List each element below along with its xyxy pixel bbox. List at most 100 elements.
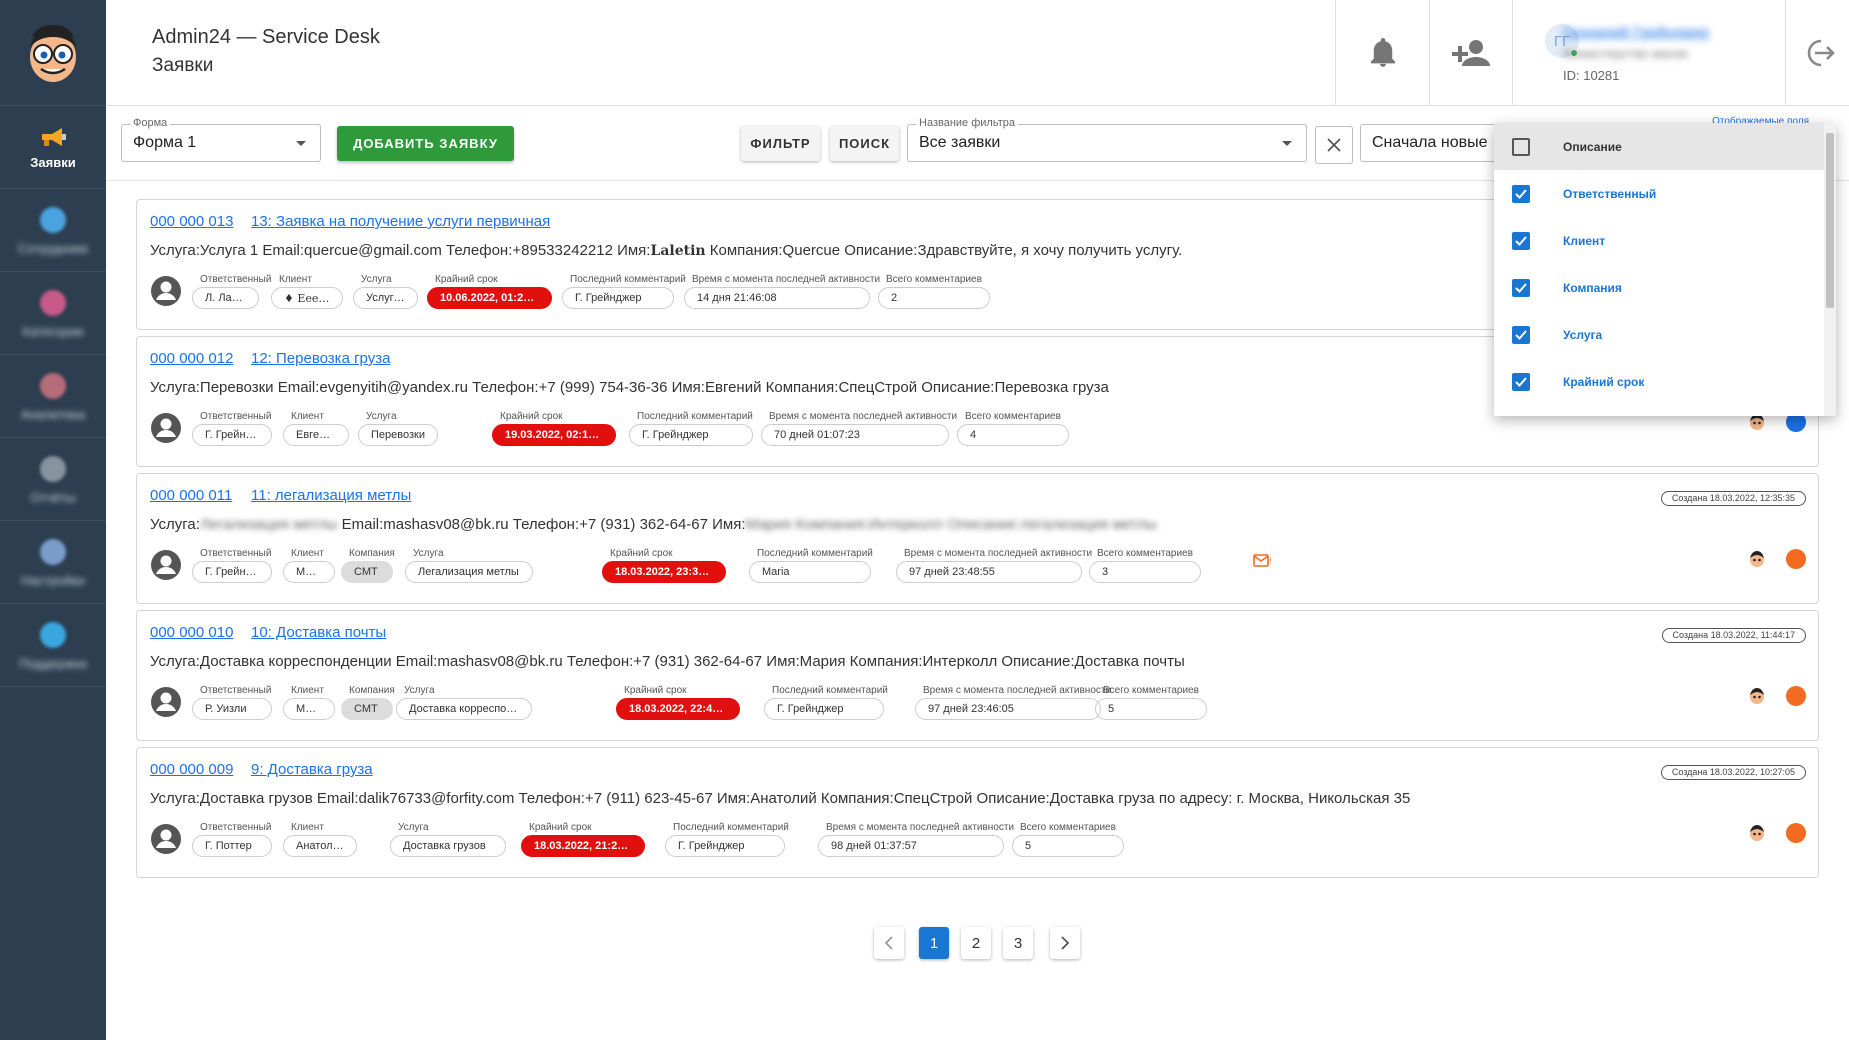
deadline-chip[interactable]: Крайний срок 18.03.2022, 22:44:17: [616, 685, 740, 720]
service-chip[interactable]: Услуга Перевозки: [358, 411, 438, 446]
responsible-chip[interactable]: Ответственный Г. Грейнджер: [192, 411, 272, 446]
add-user-button[interactable]: [1429, 0, 1512, 105]
page-button-2[interactable]: 2: [961, 927, 991, 959]
deadline-chip[interactable]: Крайний срок 19.03.2022, 02:17:03: [492, 411, 616, 446]
checkbox-checked-icon[interactable]: [1512, 372, 1530, 391]
last-comment-chip[interactable]: Последний комментарий Г. Грейнджер: [562, 274, 686, 309]
chip-label: Последний комментарий: [772, 685, 888, 696]
last-comment-chip[interactable]: Последний комментарий Г. Грейнджер: [629, 411, 753, 446]
deadline-chip[interactable]: Крайний срок 10.06.2022, 01:28:00: [427, 274, 552, 309]
checkbox-checked-icon[interactable]: [1512, 184, 1530, 203]
last-comment-chip[interactable]: Последний комментарий Г. Грейнджер: [764, 685, 888, 720]
responsible-chip[interactable]: Ответственный Л. Лавгуд: [192, 274, 271, 309]
ticket-number[interactable]: 000 000 013: [150, 213, 233, 230]
deadline-chip[interactable]: Крайний срок 18.03.2022, 23:35:35: [602, 548, 726, 583]
service-chip[interactable]: Услуга Услуга 1: [353, 274, 418, 309]
sidebar-item-reports[interactable]: Отчёты: [0, 438, 106, 521]
page-button-3[interactable]: 3: [1003, 927, 1033, 959]
sidebar-item-analytics[interactable]: Аналитика: [0, 355, 106, 438]
company-chip[interactable]: Компания СМТ: [341, 548, 395, 583]
chip-label: Клиент: [291, 685, 324, 696]
logout-button[interactable]: [1785, 0, 1849, 105]
ticket-number[interactable]: 000 000 011: [150, 487, 232, 504]
service-chip[interactable]: Услуга Легализация метлы: [405, 548, 533, 583]
filter-name-select[interactable]: Название фильтра Все заявки: [907, 117, 1307, 162]
activity-chip[interactable]: Время с момента последней активности 97 д…: [896, 548, 1092, 583]
next-page-button[interactable]: [1050, 927, 1080, 959]
user-profile[interactable]: ГГ Геннадий Грейнджер Министерство магии…: [1512, 0, 1785, 105]
client-chip[interactable]: Клиент ♦ Eeegen: [271, 274, 343, 309]
sidebar: Заявки Сотрудники Категории Аналитика От…: [0, 0, 106, 1040]
scrollbar-thumb[interactable]: [1826, 133, 1834, 308]
chip-value: Maria: [749, 561, 871, 583]
responsible-chip[interactable]: Ответственный Г. Грейнджер: [192, 548, 272, 583]
sidebar-item-employees[interactable]: Сотрудники: [0, 189, 106, 272]
activity-chip[interactable]: Время с момента последней активности 14 д…: [684, 274, 880, 309]
client-chip[interactable]: Клиент Maria: [283, 548, 335, 583]
comments-chip[interactable]: Всего комментариев 4: [957, 411, 1069, 446]
dropdown-scrollbar[interactable]: [1824, 123, 1836, 416]
prev-page-button[interactable]: [874, 927, 904, 959]
user-name[interactable]: Геннадий Грейнджер: [1563, 24, 1709, 41]
service-chip[interactable]: Услуга Доставка грузов: [390, 822, 506, 857]
sidebar-item-requests[interactable]: Заявки: [0, 106, 106, 189]
ticket-title[interactable]: 11: легализация метлы: [251, 487, 411, 504]
column-option-responsible[interactable]: Ответственный: [1494, 170, 1824, 217]
client-chip[interactable]: Клиент Maria: [283, 685, 335, 720]
chip-value: 10.06.2022, 01:28:00: [427, 287, 552, 309]
checkbox-checked-icon[interactable]: [1512, 278, 1530, 297]
column-option-company[interactable]: Компания: [1494, 264, 1824, 311]
comments-chip[interactable]: Всего комментариев 3: [1089, 548, 1201, 583]
sidebar-item-categories[interactable]: Категории: [0, 272, 106, 355]
filter-button[interactable]: ФИЛЬТР: [741, 126, 820, 161]
ticket-number[interactable]: 000 000 009: [150, 761, 233, 778]
chip-label: Крайний срок: [610, 548, 673, 559]
comments-chip[interactable]: Всего комментариев 5: [1095, 685, 1207, 720]
checkbox-unchecked-icon[interactable]: [1512, 137, 1530, 156]
last-comment-chip[interactable]: Последний комментарий Maria: [749, 548, 873, 583]
notifications-button[interactable]: [1335, 0, 1429, 105]
chip-label: Всего комментариев: [1097, 548, 1193, 559]
activity-chip[interactable]: Время с момента последней активности 70 д…: [761, 411, 957, 446]
ticket-title[interactable]: 12: Перевозка груза: [251, 350, 390, 367]
form-select[interactable]: Форма Форма 1: [121, 117, 321, 162]
page-button-1[interactable]: 1: [919, 927, 949, 959]
client-chip[interactable]: Клиент Анатолий: [283, 822, 357, 857]
ticket-card[interactable]: 000 000 010 10: Доставка почты Создана 1…: [136, 610, 1819, 741]
support-icon: [40, 621, 66, 648]
chip-label: Крайний срок: [624, 685, 687, 696]
comments-chip[interactable]: Всего комментариев 2: [878, 274, 990, 309]
app-logo[interactable]: [0, 0, 106, 106]
sidebar-item-support[interactable]: Поддержка: [0, 604, 106, 687]
chip-value: Анатолий: [283, 835, 357, 857]
client-chip[interactable]: Клиент Евгений: [283, 411, 349, 446]
search-button[interactable]: ПОИСК: [830, 126, 899, 161]
add-request-button[interactable]: ДОБАВИТЬ ЗАЯВКУ: [337, 126, 514, 161]
deadline-chip[interactable]: Крайний срок 18.03.2022, 21:27:05: [521, 822, 645, 857]
ticket-title[interactable]: 10: Доставка почты: [251, 624, 386, 641]
clear-filter-button[interactable]: [1315, 126, 1353, 164]
comments-chip[interactable]: Всего комментариев 5: [1012, 822, 1124, 857]
column-option-description[interactable]: Описание: [1494, 123, 1824, 170]
unread-mail-icon[interactable]: !: [1253, 554, 1273, 568]
last-comment-chip[interactable]: Последний комментарий Г. Грейнджер: [665, 822, 789, 857]
sidebar-item-settings[interactable]: Настройки: [0, 521, 106, 604]
responsible-chip[interactable]: Ответственный Р. Уизли: [192, 685, 272, 720]
ticket-number[interactable]: 000 000 010: [150, 624, 233, 641]
ticket-number[interactable]: 000 000 012: [150, 350, 233, 367]
checkbox-checked-icon[interactable]: [1512, 325, 1530, 344]
service-chip[interactable]: Услуга Доставка корреспонде...: [396, 685, 532, 720]
company-chip[interactable]: Компания СМТ: [341, 685, 395, 720]
activity-chip[interactable]: Время с момента последней активности 97 д…: [915, 685, 1111, 720]
column-option-deadline[interactable]: Крайний срок: [1494, 358, 1824, 405]
ticket-card[interactable]: 000 000 009 9: Доставка груза Создана 18…: [136, 747, 1819, 878]
column-option-service[interactable]: Услуга: [1494, 311, 1824, 358]
svg-text:!: !: [1269, 556, 1272, 566]
ticket-title[interactable]: 13: Заявка на получение услуги первичная: [251, 213, 550, 230]
checkbox-checked-icon[interactable]: [1512, 231, 1530, 250]
ticket-title[interactable]: 9: Доставка груза: [251, 761, 373, 778]
activity-chip[interactable]: Время с момента последней активности 98 д…: [818, 822, 1014, 857]
responsible-chip[interactable]: Ответственный Г. Поттер: [192, 822, 272, 857]
ticket-card[interactable]: 000 000 011 11: легализация метлы Создан…: [136, 473, 1819, 604]
column-option-client[interactable]: Клиент: [1494, 217, 1824, 264]
